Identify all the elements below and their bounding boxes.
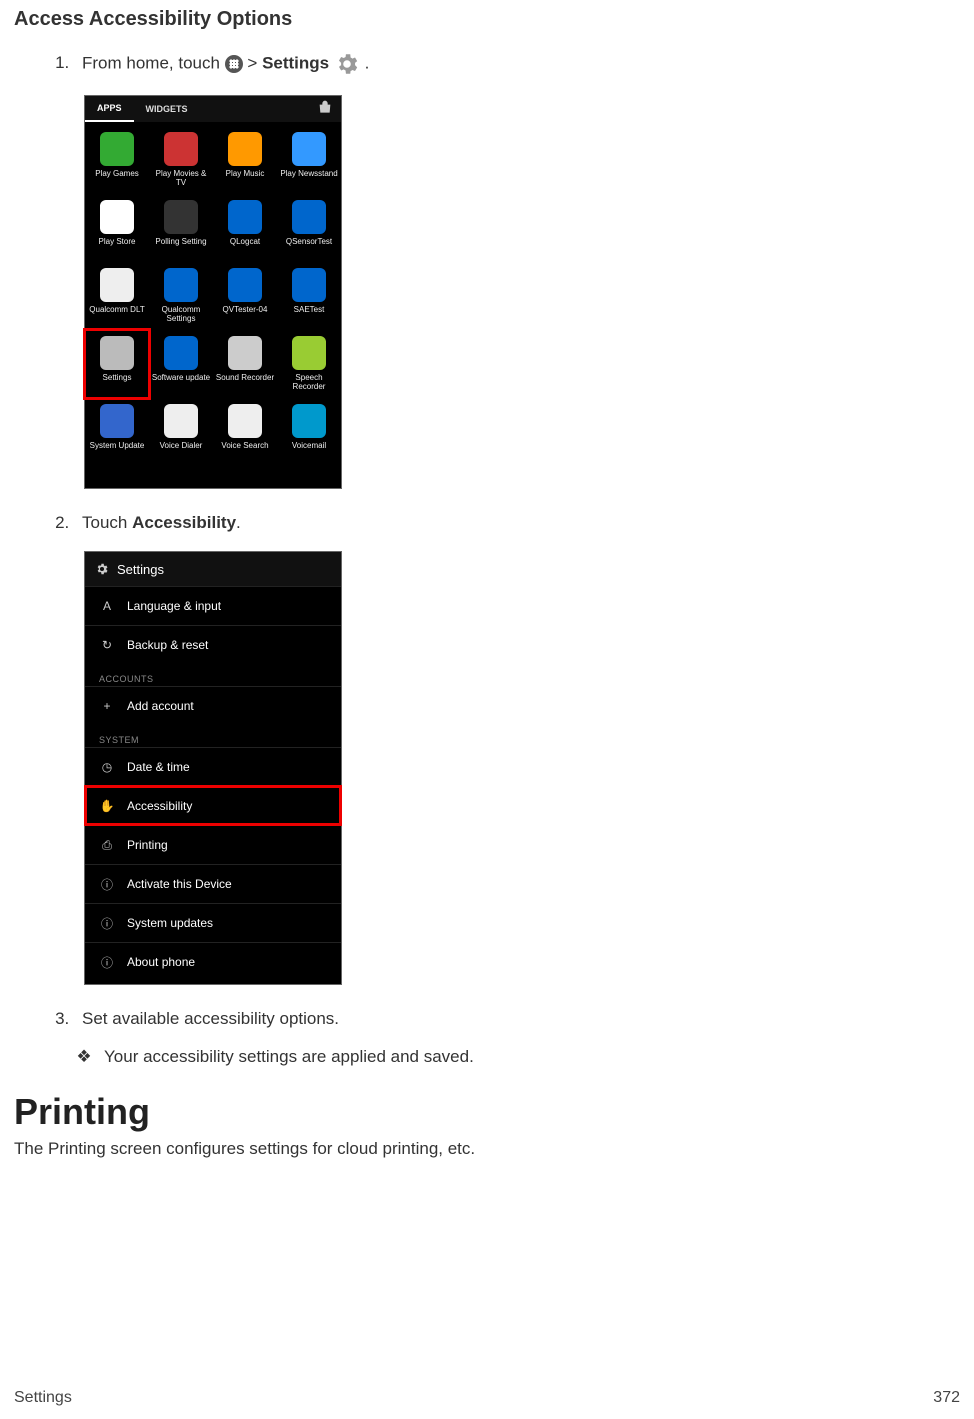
settings-row-printing: ⎙Printing: [85, 825, 341, 864]
apps-icon: [225, 55, 243, 73]
step-1-text-pre: From home, touch: [82, 53, 225, 72]
app-qlogcat: QLogcat: [213, 194, 277, 262]
printing-subtitle: The Printing screen configures settings …: [14, 1139, 960, 1159]
result-text: Your accessibility settings are applied …: [104, 1047, 474, 1066]
app-qsensortest: QSensorTest: [277, 194, 341, 262]
app-system-update: System Update: [85, 398, 149, 466]
step-1-sep: >: [247, 53, 262, 72]
step-2-post: .: [236, 513, 241, 532]
step-2-bold: Accessibility: [132, 513, 236, 532]
gear-icon: [334, 51, 360, 77]
app-speech-recorder: Speech Recorder: [277, 330, 341, 398]
settings-header-system: SYSTEM: [85, 725, 341, 747]
app-voice-dialer: Voice Dialer: [149, 398, 213, 466]
printing-heading: Printing: [14, 1091, 960, 1133]
gear-icon: [95, 562, 109, 576]
step-2-pre: Touch: [82, 513, 132, 532]
settings-row-date-time: ◷Date & time: [85, 747, 341, 786]
tab-apps: APPS: [85, 96, 134, 122]
step-3: Set available accessibility options.: [74, 1009, 960, 1029]
settings-title: Settings: [117, 562, 164, 577]
app-qvtester-04: QVTester-04: [213, 262, 277, 330]
app-play-movies-tv: Play Movies & TV: [149, 126, 213, 194]
footer-page: 372: [933, 1389, 960, 1407]
app-sound-recorder: Sound Recorder: [213, 330, 277, 398]
settings-header-accounts: ACCOUNTS: [85, 664, 341, 686]
app-polling-setting: Polling Setting: [149, 194, 213, 262]
footer-left: Settings: [14, 1389, 72, 1407]
screenshot-apps: APPS WIDGETS Play GamesPlay Movies & TVP…: [84, 95, 342, 489]
app-play-store: Play Store: [85, 194, 149, 262]
app-qualcomm-settings: Qualcomm Settings: [149, 262, 213, 330]
shop-icon: [317, 100, 333, 118]
settings-row-system-updates: ⓘSystem updates: [85, 903, 341, 942]
section-title: Access Accessibility Options: [14, 8, 960, 31]
app-play-music: Play Music: [213, 126, 277, 194]
settings-row-activate-this-device: ⓘActivate this Device: [85, 864, 341, 903]
settings-row-backup-reset: ↻Backup & reset: [85, 625, 341, 664]
app-software-update: Software update: [149, 330, 213, 398]
screenshot-settings: Settings ALanguage & input↻Backup & rese…: [84, 551, 342, 985]
settings-row-add-account: +Add account: [85, 686, 341, 725]
settings-row-language-input: ALanguage & input: [85, 586, 341, 625]
app-play-newsstand: Play Newsstand: [277, 126, 341, 194]
app-play-games: Play Games: [85, 126, 149, 194]
result-line: ❖ Your accessibility settings are applied…: [14, 1047, 960, 1067]
step-1-settings: Settings: [262, 53, 329, 72]
tab-widgets: WIDGETS: [134, 104, 200, 114]
app-qualcomm-dlt: Qualcomm DLT: [85, 262, 149, 330]
app-settings: Settings: [85, 330, 149, 398]
bullet-icon: ❖: [74, 1047, 94, 1067]
step-1: From home, touch > Settings .: [74, 51, 960, 77]
step-1-post: .: [365, 53, 370, 72]
settings-row-about-phone: ⓘAbout phone: [85, 942, 341, 981]
app-voicemail: Voicemail: [277, 398, 341, 466]
step-2: Touch Accessibility.: [74, 513, 960, 533]
app-saetest: SAETest: [277, 262, 341, 330]
app-voice-search: Voice Search: [213, 398, 277, 466]
settings-row-accessibility: ✋Accessibility: [85, 786, 341, 825]
